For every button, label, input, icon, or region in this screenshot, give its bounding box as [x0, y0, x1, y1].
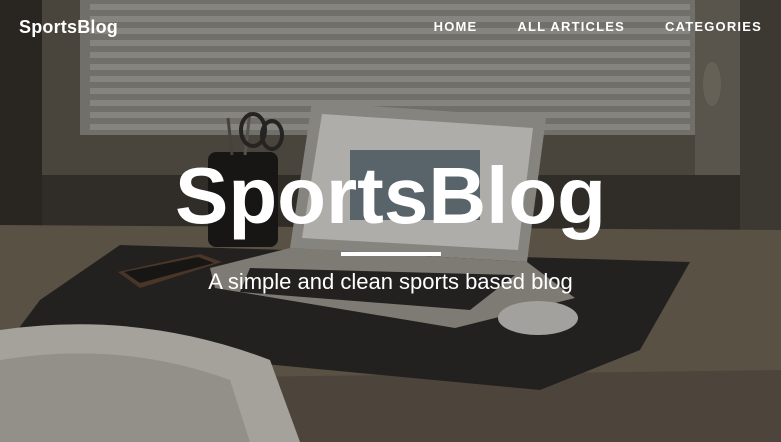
- brand-link[interactable]: SportsBlog: [19, 17, 118, 38]
- nav-link-all-articles[interactable]: ALL ARTICLES: [517, 19, 625, 34]
- site-heading: SportsBlog: [174, 151, 607, 240]
- top-navbar: SportsBlog HOME ALL ARTICLES CATEGORIES: [0, 0, 781, 56]
- heading-divider: [340, 252, 441, 256]
- hero-header: SportsBlog HOME ALL ARTICLES CATEGORIES …: [0, 0, 781, 442]
- site-heading-block: SportsBlog A simple and clean sports bas…: [0, 148, 781, 296]
- nav-link-home[interactable]: HOME: [434, 19, 478, 34]
- nav-link-categories[interactable]: CATEGORIES: [665, 19, 762, 34]
- site-subheading: A simple and clean sports based blog: [208, 269, 573, 294]
- nav-links: HOME ALL ARTICLES CATEGORIES: [394, 19, 762, 34]
